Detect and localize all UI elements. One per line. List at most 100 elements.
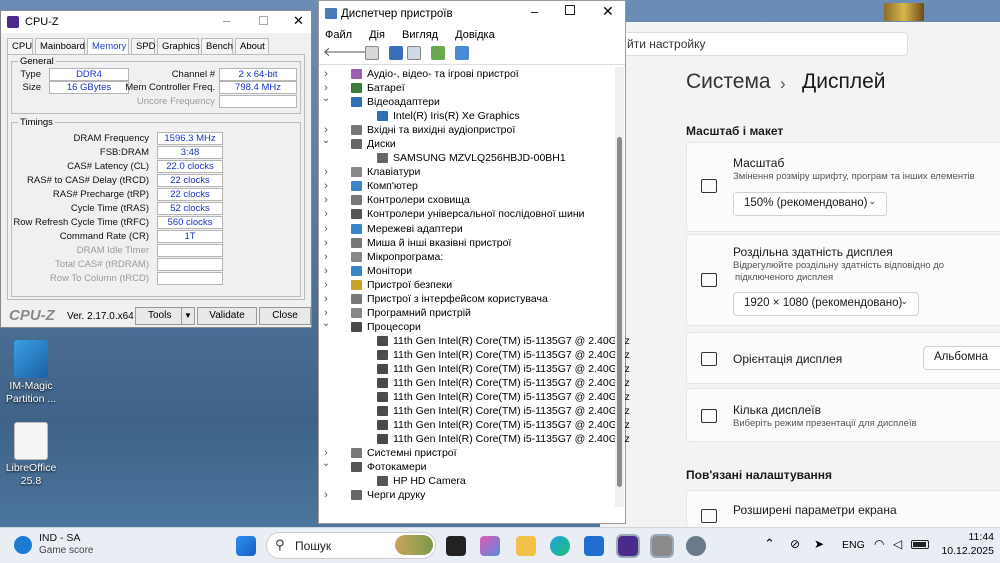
taskbar-search[interactable]: ⚲ Пошук — [266, 532, 436, 559]
copilot-icon[interactable] — [480, 536, 500, 556]
breadcrumb-parent[interactable]: Система — [686, 70, 771, 94]
collapsed-chevron-icon[interactable]: › — [321, 292, 331, 306]
tree-device[interactable]: 11th Gen Intel(R) Core(TM) i5-1135G7 @ 2… — [321, 362, 630, 376]
cpuz-maximize-button[interactable] — [259, 16, 268, 25]
tree-device[interactable]: Intel(R) Iris(R) Xe Graphics — [321, 109, 613, 123]
tree-category[interactable]: › Мікропрограма: — [321, 250, 613, 264]
language-indicator[interactable]: ENG — [842, 539, 865, 551]
update-driver-icon[interactable] — [407, 46, 421, 60]
battery-icon[interactable] — [911, 540, 929, 549]
maximize-button[interactable] — [565, 5, 575, 15]
tab-spd[interactable]: SPD — [131, 38, 156, 54]
notifications-off-icon[interactable]: ⊘ — [790, 537, 800, 551]
settings-gear-icon[interactable] — [686, 536, 706, 556]
cpuz-close-button[interactable]: ✕ — [293, 13, 304, 29]
collapsed-chevron-icon[interactable]: › — [321, 236, 331, 250]
back-arrow-icon[interactable]: 🡐 — [323, 44, 358, 59]
tab-graphics[interactable]: Graphics — [157, 38, 200, 54]
tree-category[interactable]: › Батареї — [321, 81, 613, 95]
tree-category[interactable]: ⌄ Відеоадаптери — [321, 92, 613, 109]
collapsed-chevron-icon[interactable]: › — [321, 250, 331, 264]
tab-bench[interactable]: Bench — [201, 38, 233, 54]
tab-about[interactable]: About — [235, 38, 269, 54]
wifi-icon[interactable]: ◠ — [874, 537, 884, 551]
collapsed-chevron-icon[interactable]: › — [321, 67, 331, 81]
volume-icon[interactable]: ◁ — [893, 537, 902, 551]
location-icon[interactable]: ➤ — [814, 537, 824, 551]
device-manager-taskbar-icon[interactable] — [650, 534, 674, 558]
tree-category[interactable]: › Пристрої безпеки — [321, 278, 613, 292]
minimize-button[interactable]: – — [531, 4, 538, 19]
tree-category[interactable]: › Вхідні та вихідні аудіопристрої — [321, 123, 613, 137]
tab-memory[interactable]: Memory — [87, 38, 129, 55]
expanded-chevron-icon[interactable]: ⌄ — [321, 92, 331, 106]
collapsed-chevron-icon[interactable]: › — [321, 193, 331, 207]
collapsed-chevron-icon[interactable]: › — [321, 278, 331, 292]
collapsed-chevron-icon[interactable]: › — [321, 264, 331, 278]
tree-category[interactable]: › Миша й інші вказівні пристрої — [321, 236, 613, 250]
file-explorer-icon[interactable] — [516, 536, 536, 556]
expanded-chevron-icon[interactable]: ⌄ — [321, 317, 331, 331]
tools-button[interactable]: Tools ▼ — [135, 307, 195, 325]
windows-start-icon[interactable] — [236, 536, 256, 556]
tree-category[interactable]: › Пристрої з інтерфейсом користувача — [321, 292, 613, 306]
tree-category[interactable]: › Програмний пристрій — [321, 306, 613, 320]
tree-device[interactable]: HP HD Camera — [321, 474, 613, 488]
settings-search-input[interactable]: йти настройку — [606, 32, 908, 56]
scale-card[interactable]: Масштаб Змінення розміру шрифту, програм… — [686, 142, 1000, 232]
desktop-icon-im-magic[interactable]: IM-Magic Partition ... — [0, 340, 66, 406]
tree-category[interactable]: › Аудіо-, відео- та ігрові пристрої — [321, 67, 613, 81]
tree-category[interactable]: › Системні пристрої — [321, 446, 613, 460]
close-button[interactable]: ✕ — [602, 3, 614, 20]
edge-icon[interactable] — [550, 536, 570, 556]
tree-device[interactable]: SAMSUNG MZVLQ256HBJD-00BH1 — [321, 151, 613, 165]
properties-icon[interactable] — [365, 46, 379, 60]
clock-date[interactable]: 10.12.2025 — [936, 545, 994, 557]
collapsed-chevron-icon[interactable]: › — [321, 222, 331, 236]
weather-title[interactable]: IND - SA — [39, 532, 80, 544]
tree-category[interactable]: › Комп'ютер — [321, 179, 613, 193]
scale-dropdown[interactable]: 150% (рекомендовано) ⌄ — [733, 192, 887, 216]
cpuz-taskbar-icon[interactable] — [616, 534, 640, 558]
store-icon[interactable] — [584, 536, 604, 556]
advanced-display-card[interactable]: Розширені параметри екрана — [686, 490, 1000, 527]
tree-device[interactable]: 11th Gen Intel(R) Core(TM) i5-1135G7 @ 2… — [321, 432, 630, 446]
collapsed-chevron-icon[interactable]: › — [321, 179, 331, 193]
tree-category[interactable]: ⌄ Процесори — [321, 317, 613, 334]
monitor-icon[interactable] — [455, 46, 469, 60]
resolution-card[interactable]: Роздільна здатність дисплея Відрегулюйте… — [686, 234, 1000, 326]
vertical-scrollbar[interactable] — [615, 67, 624, 507]
tree-device[interactable]: 11th Gen Intel(R) Core(TM) i5-1135G7 @ 2… — [321, 390, 630, 404]
multiple-displays-card[interactable]: Кілька дисплеїв Виберіть режим презентац… — [686, 388, 1000, 442]
orientation-card[interactable]: Орієнтація дисплея Альбомна — [686, 332, 1000, 384]
weather-icon[interactable] — [14, 536, 32, 554]
tab-mainboard[interactable]: Mainboard — [35, 38, 85, 54]
tree-category[interactable]: › Мережеві адаптери — [321, 222, 613, 236]
expanded-chevron-icon[interactable]: ⌄ — [321, 457, 331, 471]
help-icon[interactable] — [389, 46, 403, 60]
tree-category[interactable]: › Контролери сховища — [321, 193, 613, 207]
validate-button[interactable]: Validate — [197, 307, 257, 325]
cpuz-minimize-button[interactable]: – — [223, 13, 230, 28]
menu-action[interactable]: Дія — [369, 29, 385, 41]
forward-arrow-icon[interactable]: 🡒 — [341, 44, 376, 59]
task-view-icon[interactable] — [446, 536, 466, 556]
cpuz-close-label-button[interactable]: Close — [259, 307, 311, 325]
tree-device[interactable]: 11th Gen Intel(R) Core(TM) i5-1135G7 @ 2… — [321, 418, 630, 432]
tree-category[interactable]: › Черги друку — [321, 488, 613, 502]
scan-hardware-icon[interactable] — [431, 46, 445, 60]
orientation-dropdown[interactable]: Альбомна — [923, 346, 1000, 370]
tab-cpu[interactable]: CPU — [7, 38, 33, 54]
tree-device[interactable]: 11th Gen Intel(R) Core(TM) i5-1135G7 @ 2… — [321, 376, 630, 390]
collapsed-chevron-icon[interactable]: › — [321, 207, 331, 221]
tree-category[interactable]: ⌄ Диски — [321, 135, 613, 151]
menu-file[interactable]: Файл — [325, 29, 352, 41]
resolution-dropdown[interactable]: 1920 × 1080 (рекомендовано) ⌄ — [733, 292, 919, 316]
collapsed-chevron-icon[interactable]: › — [321, 165, 331, 179]
clock-time[interactable]: 11:44 — [936, 531, 995, 543]
menu-view[interactable]: Вигляд — [402, 29, 438, 41]
tree-category[interactable]: › Монітори — [321, 264, 613, 278]
tree-category[interactable]: › Контролери універсальної послідовної ши… — [321, 207, 613, 221]
desktop-icon-libreoffice[interactable]: LibreOffice 25.8 — [0, 422, 66, 488]
chevron-up-icon[interactable]: ⌃ — [764, 536, 775, 552]
